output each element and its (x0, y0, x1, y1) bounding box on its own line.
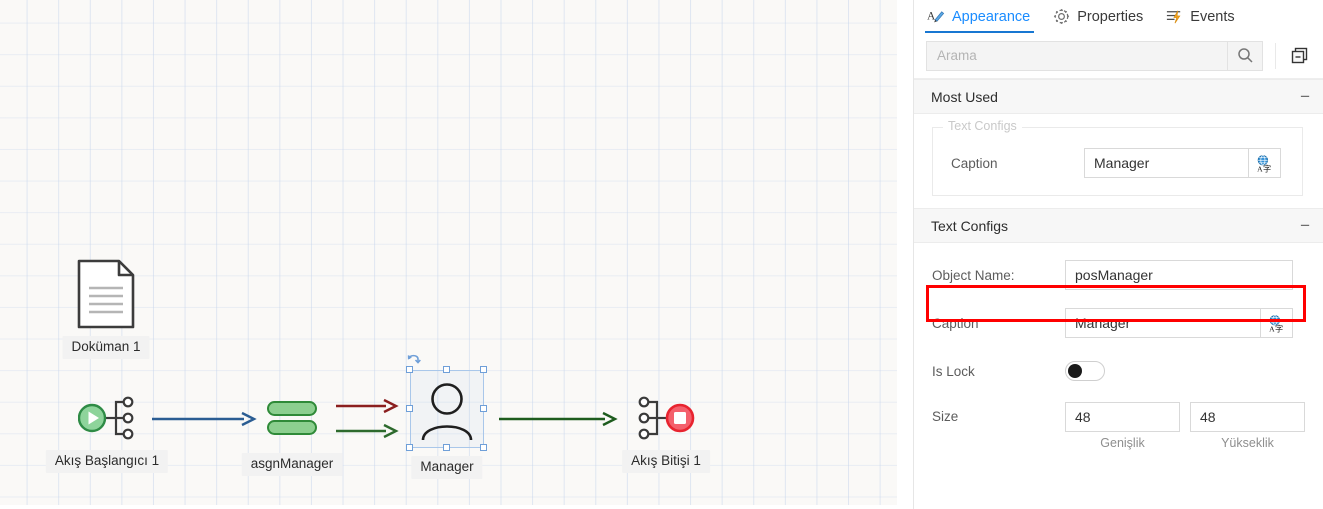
field-label: Caption (932, 315, 979, 331)
caption-input[interactable] (1085, 149, 1248, 177)
node-document[interactable]: Doküman 1 (62, 258, 150, 359)
translate-icon: A 字 (1269, 314, 1283, 333)
properties-panel: A Appearance Properties Events Arama Mos… (913, 0, 1323, 509)
translate-icon: A 字 (1257, 154, 1271, 173)
collapse-panels-icon (1291, 47, 1307, 64)
canvas-bottom-gutter (0, 505, 897, 509)
resize-handle-ne[interactable] (480, 366, 487, 373)
svg-text:A: A (927, 10, 936, 22)
field-row-caption: Caption A 字 (914, 304, 1323, 342)
resize-handle-nw[interactable] (406, 366, 413, 373)
panel-tabs: A Appearance Properties Events (914, 0, 1323, 33)
size-width-group: Genişlik (1065, 402, 1180, 450)
node-assignment[interactable]: asgnManager (241, 398, 343, 476)
collapse-all-button[interactable] (1287, 44, 1311, 68)
document-icon (77, 259, 135, 329)
size-width-input-wrapper[interactable] (1065, 402, 1180, 432)
search-row (914, 33, 1323, 79)
node-label: asgnManager (241, 453, 343, 476)
assignment-icon (267, 401, 317, 435)
field-row-object-name: Object Name: (914, 256, 1323, 294)
diagram-canvas[interactable]: Doküman 1 Akış Başlangıcı 1 asgnManager … (0, 0, 897, 505)
node-flow-start[interactable]: Akış Başlangıcı 1 (45, 392, 169, 473)
size-height-input-wrapper[interactable] (1190, 402, 1305, 432)
caption-input-wrapper[interactable] (1084, 148, 1249, 178)
field-row-is-lock: Is Lock (914, 352, 1323, 390)
field-row-size: Size Genişlik Yükseklik (914, 402, 1323, 456)
section-header-most-used[interactable]: Most Used − (914, 79, 1323, 114)
flow-start-icon (77, 396, 134, 440)
size-height-group: Yükseklik (1190, 402, 1305, 450)
is-lock-toggle[interactable] (1065, 361, 1105, 381)
field-label: Size (932, 409, 959, 424)
field-label: Object Name: (932, 267, 1015, 283)
toggle-knob (1068, 364, 1082, 378)
section-collapse-toggle[interactable]: − (1300, 217, 1310, 234)
object-name-input-wrapper[interactable] (1065, 260, 1293, 290)
node-flow-end[interactable]: Akış Bitişi 1 (622, 392, 710, 473)
search-input[interactable] (927, 41, 1227, 70)
object-name-input[interactable] (1066, 261, 1292, 289)
resize-handle-n[interactable] (443, 366, 450, 373)
text-configs-body: Object Name: Caption (914, 243, 1323, 456)
section-collapse-toggle[interactable]: − (1300, 88, 1310, 105)
canvas-right-gutter (897, 0, 913, 509)
application-window: Doküman 1 Akış Başlangıcı 1 asgnManager … (0, 0, 1323, 509)
tab-label: Properties (1077, 8, 1144, 25)
node-label: Manager (411, 456, 483, 479)
resize-handle-se[interactable] (480, 444, 487, 451)
node-label: Akış Başlangıcı 1 (45, 450, 169, 473)
connector-assign-to-manager-bottom[interactable] (336, 420, 400, 442)
resize-handle-w[interactable] (406, 405, 413, 412)
search-icon (1237, 48, 1253, 63)
flow-end-icon (638, 396, 695, 440)
search-box[interactable] (926, 40, 1263, 71)
translate-button-most-used[interactable]: A 字 (1249, 148, 1281, 178)
tab-appearance[interactable]: A Appearance (925, 0, 1043, 33)
section-title: Text Configs (931, 217, 1009, 234)
fieldset-legend: Text Configs (943, 119, 1022, 133)
size-height-input[interactable] (1191, 403, 1304, 431)
appearance-pen-icon: A (927, 10, 945, 23)
fieldset-text-configs-most-used: Text Configs Caption A (932, 119, 1303, 196)
size-fields: Genişlik Yükseklik (1065, 402, 1305, 450)
gear-icon (1054, 8, 1070, 25)
size-height-caption: Yükseklik (1221, 436, 1274, 450)
section-header-text-configs[interactable]: Text Configs − (914, 208, 1323, 243)
resize-handle-s[interactable] (443, 444, 450, 451)
search-button[interactable] (1227, 41, 1262, 70)
field-label: Is Lock (932, 363, 975, 379)
svg-text:字: 字 (1263, 163, 1271, 173)
field-row-caption-most-used: Caption A 字 (933, 144, 1302, 182)
caption-input-wrapper[interactable] (1065, 308, 1261, 338)
resize-handle-e[interactable] (480, 405, 487, 412)
lightning-list-icon (1167, 10, 1181, 24)
tab-label: Appearance (952, 8, 1031, 25)
connector-manager-to-end[interactable] (499, 408, 619, 430)
caption-input[interactable] (1066, 309, 1260, 337)
tab-label: Events (1190, 8, 1235, 25)
svg-text:字: 字 (1275, 323, 1283, 333)
size-width-caption: Genişlik (1100, 436, 1145, 450)
node-label: Akış Bitişi 1 (622, 450, 710, 473)
connector-start-to-assign[interactable] (152, 408, 258, 430)
tab-properties[interactable]: Properties (1043, 0, 1156, 33)
rotate-icon[interactable] (406, 350, 422, 366)
section-title: Most Used (931, 88, 998, 105)
person-icon (421, 383, 473, 441)
toolbar-divider (1275, 42, 1276, 69)
field-label: Caption (951, 155, 998, 171)
resize-handle-sw[interactable] (406, 444, 413, 451)
size-width-input[interactable] (1066, 403, 1179, 431)
translate-button[interactable]: A 字 (1261, 308, 1293, 338)
node-label: Doküman 1 (62, 336, 150, 359)
connector-assign-to-manager-top[interactable] (336, 395, 400, 417)
tab-events[interactable]: Events (1156, 0, 1247, 33)
